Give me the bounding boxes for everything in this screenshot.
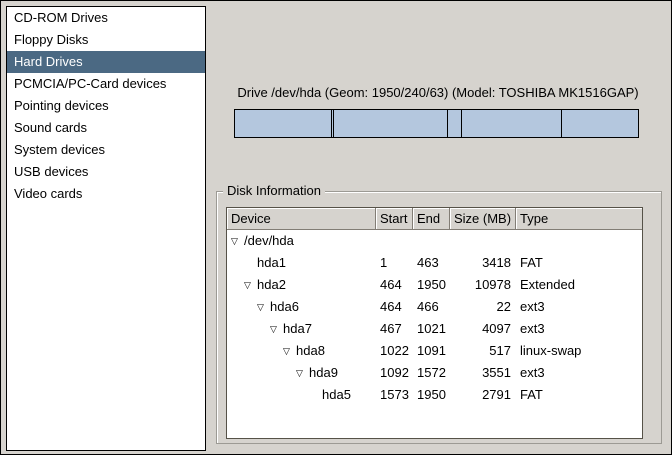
partition-table: Device Start End Size (MB) Type ▽ /dev/h…	[226, 207, 643, 439]
cell-end: 463	[413, 252, 450, 274]
device-label: hda7	[283, 318, 312, 340]
column-header-device[interactable]: Device	[227, 208, 376, 230]
cell-start: 464	[376, 274, 413, 296]
sidebar-item-cdrom-drives[interactable]: CD-ROM Drives	[7, 7, 205, 29]
cell-type: linux-swap	[516, 340, 642, 362]
device-label: hda6	[270, 296, 299, 318]
expander-icon[interactable]: ▽	[270, 318, 283, 340]
cell-start: 1	[376, 252, 413, 274]
drive-description-label: Drive /dev/hda (Geom: 1950/240/63) (Mode…	[213, 85, 663, 100]
cell-size: 22	[450, 296, 516, 318]
device-category-list: CD-ROM Drives Floppy Disks Hard Drives P…	[6, 6, 206, 451]
cell-device: ▽ hda8	[227, 340, 376, 362]
table-row[interactable]: ▽ hda7 467 1021 4097 ext3	[227, 318, 642, 340]
table-row[interactable]: hda5 1573 1950 2791 FAT	[227, 384, 642, 406]
device-label: hda5	[322, 384, 351, 406]
cell-device: ▽ hda6	[227, 296, 376, 318]
cell-start: 1573	[376, 384, 413, 406]
cell-device: ▽ hda9	[227, 362, 376, 384]
cell-size	[450, 230, 516, 252]
column-header-start[interactable]: Start	[376, 208, 413, 230]
table-row[interactable]: hda1 1 463 3418 FAT	[227, 252, 642, 274]
cell-start: 1092	[376, 362, 413, 384]
expander-icon[interactable]: ▽	[244, 274, 257, 296]
column-header-type[interactable]: Type	[516, 208, 642, 230]
device-label: hda1	[257, 252, 286, 274]
cell-type: ext3	[516, 296, 642, 318]
column-header-end[interactable]: End	[413, 208, 450, 230]
cell-size: 517	[450, 340, 516, 362]
cell-size: 3418	[450, 252, 516, 274]
hardware-browser-window: CD-ROM Drives Floppy Disks Hard Drives P…	[0, 0, 672, 455]
partition-divider	[461, 110, 462, 137]
cell-type: Extended	[516, 274, 642, 296]
device-label: hda9	[309, 362, 338, 384]
sidebar-item-hard-drives[interactable]: Hard Drives	[7, 51, 205, 73]
sidebar-item-pcmcia-devices[interactable]: PCMCIA/PC-Card devices	[7, 73, 205, 95]
cell-size: 4097	[450, 318, 516, 340]
frame-label: Disk Information	[223, 182, 325, 200]
table-header-row: Device Start End Size (MB) Type	[227, 208, 642, 230]
cell-size: 2791	[450, 384, 516, 406]
disk-bar	[234, 109, 639, 138]
cell-end: 466	[413, 296, 450, 318]
expander-icon[interactable]: ▽	[231, 230, 244, 252]
table-row[interactable]: ▽ hda8 1022 1091 517 linux-swap	[227, 340, 642, 362]
device-label: hda8	[296, 340, 325, 362]
device-label: /dev/hda	[244, 230, 294, 252]
cell-size: 10978	[450, 274, 516, 296]
cell-type: ext3	[516, 362, 642, 384]
cell-start	[376, 230, 413, 252]
device-label: hda2	[257, 274, 286, 296]
cell-end: 1091	[413, 340, 450, 362]
partition-divider	[561, 110, 562, 137]
sidebar-item-sound-cards[interactable]: Sound cards	[7, 117, 205, 139]
cell-end: 1021	[413, 318, 450, 340]
cell-device: ▽ /dev/hda	[227, 230, 376, 252]
disk-information-frame: Disk Information Device Start End Size (…	[216, 191, 662, 444]
expander-icon[interactable]: ▽	[257, 296, 270, 318]
sidebar-item-usb-devices[interactable]: USB devices	[7, 161, 205, 183]
cell-device: hda1	[227, 252, 376, 274]
partition-divider	[333, 110, 334, 137]
cell-type: FAT	[516, 252, 642, 274]
column-header-size[interactable]: Size (MB)	[450, 208, 516, 230]
cell-start: 464	[376, 296, 413, 318]
cell-start: 1022	[376, 340, 413, 362]
cell-end: 1950	[413, 384, 450, 406]
partition-divider	[447, 110, 448, 137]
cell-start: 467	[376, 318, 413, 340]
sidebar-item-floppy-disks[interactable]: Floppy Disks	[7, 29, 205, 51]
expander-icon[interactable]: ▽	[296, 362, 309, 384]
cell-end: 1950	[413, 274, 450, 296]
cell-type	[516, 230, 642, 252]
cell-type: FAT	[516, 384, 642, 406]
sidebar-item-video-cards[interactable]: Video cards	[7, 183, 205, 205]
table-row[interactable]: ▽ hda2 464 1950 10978 Extended	[227, 274, 642, 296]
expander-icon[interactable]: ▽	[283, 340, 296, 362]
cell-device: ▽ hda2	[227, 274, 376, 296]
table-row[interactable]: ▽ /dev/hda	[227, 230, 642, 252]
cell-device: hda5	[227, 384, 376, 406]
table-row[interactable]: ▽ hda9 1092 1572 3551 ext3	[227, 362, 642, 384]
cell-device: ▽ hda7	[227, 318, 376, 340]
cell-type: ext3	[516, 318, 642, 340]
table-row[interactable]: ▽ hda6 464 466 22 ext3	[227, 296, 642, 318]
cell-size: 3551	[450, 362, 516, 384]
partition-divider	[331, 110, 332, 137]
sidebar-item-pointing-devices[interactable]: Pointing devices	[7, 95, 205, 117]
cell-end	[413, 230, 450, 252]
sidebar-item-system-devices[interactable]: System devices	[7, 139, 205, 161]
cell-end: 1572	[413, 362, 450, 384]
